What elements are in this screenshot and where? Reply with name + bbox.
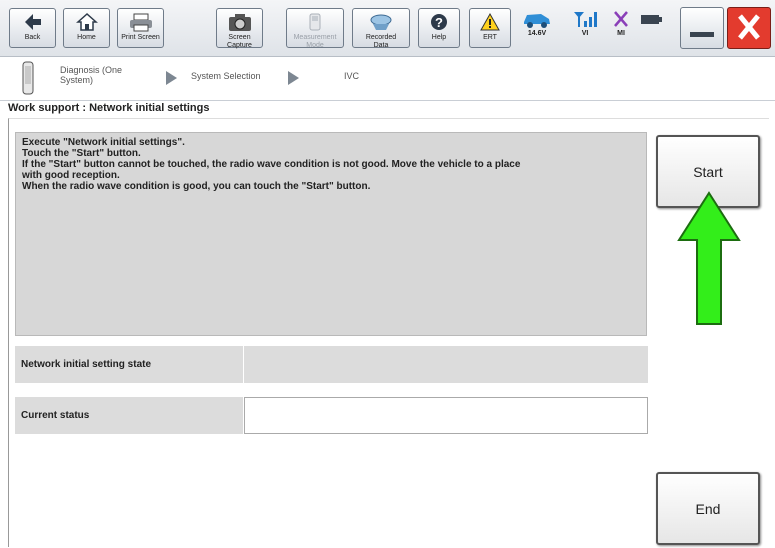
minimize-button[interactable] <box>680 7 724 49</box>
battery-voltage-indicator: 14.6V <box>520 10 554 46</box>
back-arrow-icon <box>10 12 55 34</box>
message-line: When the radio wave condition is good, y… <box>22 181 371 192</box>
mi-indicator: MI <box>604 10 638 46</box>
page-title: Work support : Network initial settings <box>8 102 210 114</box>
recorded-data-icon <box>353 12 409 34</box>
breadcrumb: Diagnosis (One System) System Selection … <box>0 57 775 101</box>
svg-text:?: ? <box>435 15 443 30</box>
chevron-right-icon <box>288 71 299 85</box>
warning-icon <box>470 12 510 34</box>
network-state-value <box>244 346 648 383</box>
breadcrumb-ivc: IVC <box>344 71 360 81</box>
disconnected-icon <box>614 11 628 27</box>
message-line: Touch the "Start" button. <box>22 148 141 159</box>
vi-indicator: VI <box>568 10 602 46</box>
message-line: with good reception. <box>22 170 120 181</box>
camera-icon <box>217 12 262 34</box>
printer-icon <box>118 12 163 34</box>
network-state-label: Network initial setting state <box>15 346 243 383</box>
chevron-right-icon <box>166 71 177 85</box>
ert-button[interactable]: ERT <box>469 8 511 48</box>
close-icon <box>738 14 760 40</box>
screen-capture-button[interactable]: Screen Capture <box>216 8 263 49</box>
back-button[interactable]: Back <box>9 8 56 48</box>
recorded-data-button[interactable]: Recorded Data <box>352 8 410 49</box>
car-icon <box>524 14 550 28</box>
battery-icon <box>638 10 664 46</box>
current-status-value <box>244 397 648 434</box>
help-button[interactable]: ? Help <box>418 8 460 48</box>
close-button[interactable] <box>727 7 771 49</box>
message-line: If the "Start" button cannot be touched,… <box>22 159 521 170</box>
home-icon <box>64 12 109 34</box>
breadcrumb-system-selection[interactable]: System Selection <box>191 71 261 81</box>
instruction-message: Execute "Network initial settings". Touc… <box>15 132 647 336</box>
print-screen-button[interactable]: Print Screen <box>117 8 164 48</box>
minimize-icon <box>690 32 714 37</box>
help-icon: ? <box>419 12 459 34</box>
measurement-icon <box>287 12 343 34</box>
measurement-mode-button[interactable]: Measurement Mode <box>286 8 344 49</box>
current-status-label: Current status <box>15 397 243 434</box>
signal-icon <box>574 12 597 27</box>
home-button[interactable]: Home <box>63 8 110 48</box>
message-line: Execute "Network initial settings". <box>22 137 185 148</box>
up-arrow-icon <box>677 191 741 325</box>
device-icon <box>22 61 34 95</box>
end-button[interactable]: End <box>656 472 760 545</box>
toolbar: Back Home Print Screen Screen Capture Me… <box>0 0 775 57</box>
breadcrumb-diagnosis[interactable]: Diagnosis (One System) <box>60 65 122 85</box>
